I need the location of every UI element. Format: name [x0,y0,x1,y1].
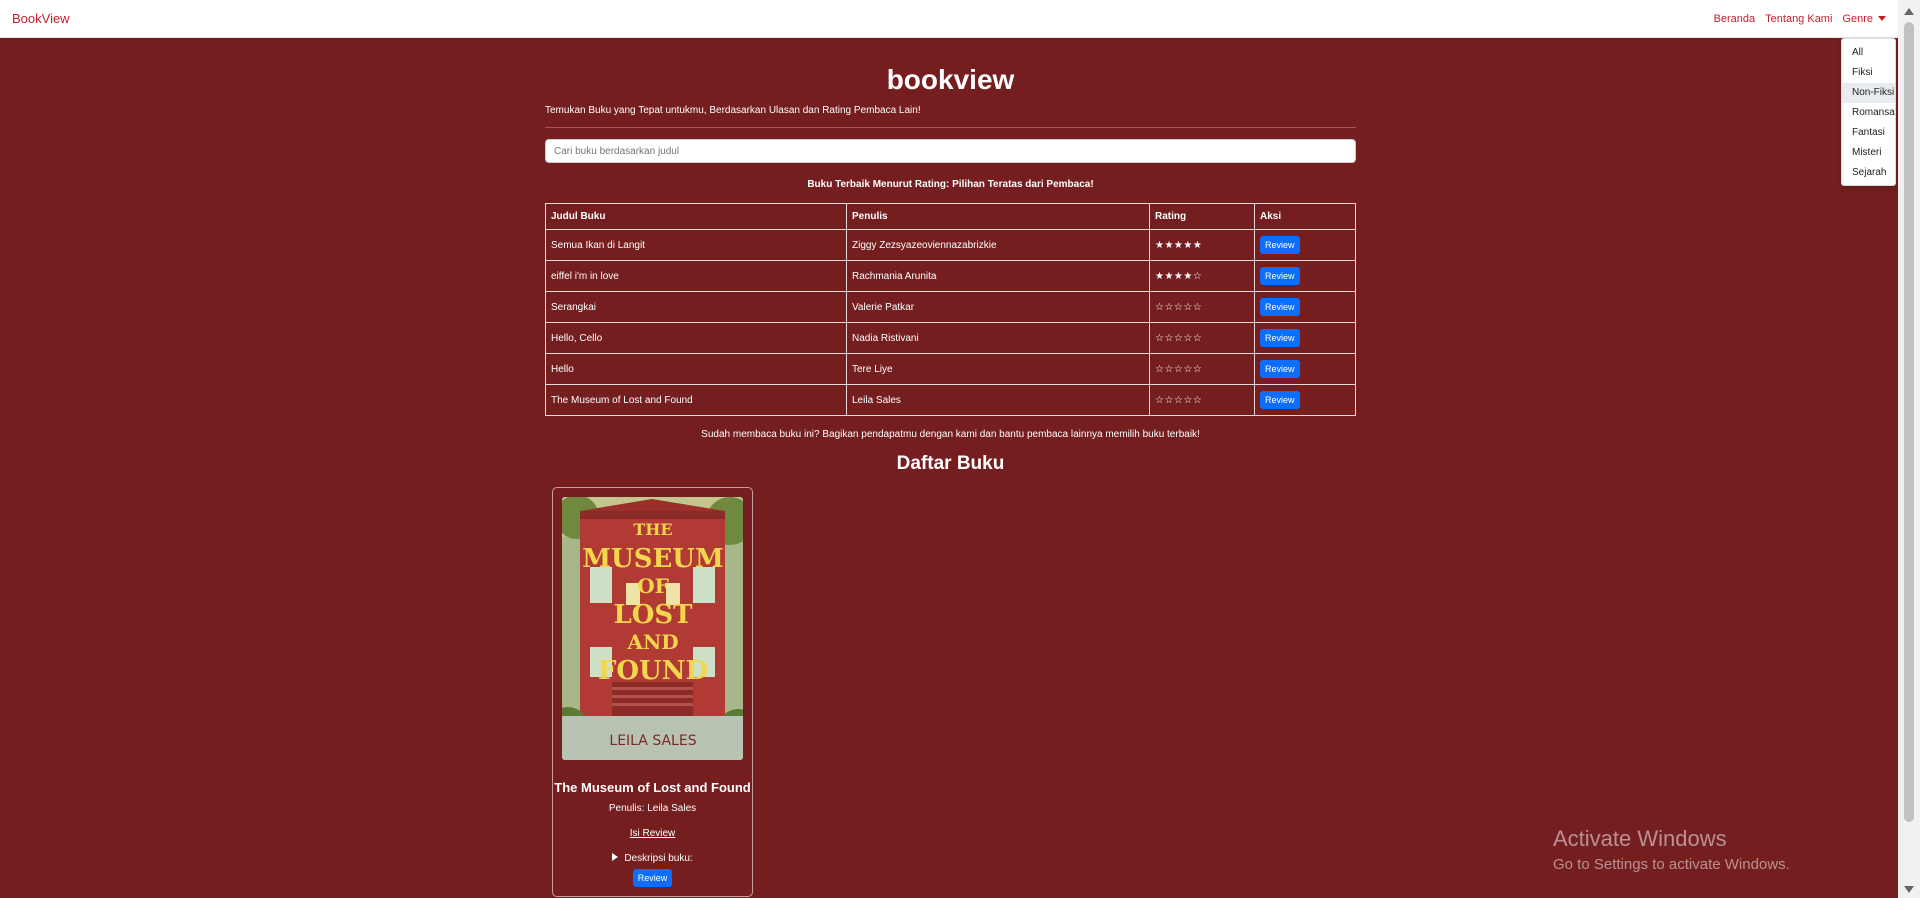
header-judul: Judul Buku [545,203,847,230]
description-toggle[interactable]: Deskripsi buku: [553,853,752,864]
table-row: Serangkai Valerie Patkar ☆☆☆☆☆ Review [545,291,1356,323]
review-button[interactable]: Review [1260,298,1300,316]
navbar: BookView Beranda Tentang Kami Genre [0,0,1898,38]
cell-author: Tere Liye [846,353,1150,385]
watermark-line2: Go to Settings to activate Windows. [1553,856,1790,873]
ranking-table: Judul Buku Penulis Rating Aksi Semua Ika… [545,203,1356,416]
table-row: eiffel i'm in love Rachmania Arunita ★★★… [545,260,1356,292]
cell-author: Rachmania Arunita [846,260,1150,292]
scroll-up-arrow-icon[interactable] [1904,8,1914,15]
genre-item-fantasi[interactable]: Fantasi [1842,123,1895,143]
header-aksi: Aksi [1254,203,1356,230]
cell-title: The Museum of Lost and Found [545,384,847,416]
cell-action: Review [1254,353,1356,385]
table-header-row: Judul Buku Penulis Rating Aksi [545,203,1356,230]
cell-rating: ☆☆☆☆☆ [1149,322,1255,354]
cover-title-line: FOUND [598,656,708,686]
scrollbar-thumb[interactable] [1904,22,1914,822]
description-label: Deskripsi buku: [624,853,693,864]
page-subtitle: Temukan Buku yang Tepat untukmu, Berdasa… [545,105,921,116]
nav-links: Beranda Tentang Kami Genre [1714,13,1886,25]
review-button[interactable]: Review [1260,391,1300,409]
page-title: bookview [886,64,1015,95]
cover-title-line: LOST [613,600,693,630]
isi-review-link[interactable]: Isi Review [553,828,752,839]
cover-title-line: OF [637,574,669,598]
cell-author: Ziggy Zezsyazeoviennazabrizkie [846,229,1150,261]
cell-title: Semua Ikan di Langit [545,229,847,261]
cell-action: Review [1254,229,1356,261]
cell-rating: ☆☆☆☆☆ [1149,291,1255,323]
review-cta-text: Sudah membaca buku ini? Bagikan pendapat… [701,429,1200,440]
book-card: THE MUSEUM OF LOST AND FOUND LEILA SALES… [552,487,753,897]
cell-author: Leila Sales [846,384,1150,416]
nav-genre-label: Genre [1842,12,1873,25]
cell-action: Review [1254,322,1356,354]
header-rating: Rating [1149,203,1255,230]
cell-author: Valerie Patkar [846,291,1150,323]
nav-genre-toggle[interactable]: Genre [1842,13,1886,25]
cover-title-line: THE [633,520,672,539]
table-row: Semua Ikan di Langit Ziggy Zezsyazeovien… [545,229,1356,261]
cell-rating: ☆☆☆☆☆ [1149,384,1255,416]
cover-title-line: MUSEUM [582,544,724,574]
genre-dropdown-menu: All Fiksi Non-Fiksi Romansa Fantasi Mist… [1841,38,1896,186]
nav-tentang-kami[interactable]: Tentang Kami [1765,13,1832,25]
cell-title: Serangkai [545,291,847,323]
cell-rating: ☆☆☆☆☆ [1149,353,1255,385]
genre-item-all[interactable]: All [1842,43,1895,63]
cell-title: Hello, Cello [545,322,847,354]
table-row: The Museum of Lost and Found Leila Sales… [545,384,1356,416]
book-card-author: Penulis: Leila Sales [608,803,697,814]
cell-action: Review [1254,260,1356,292]
windows-activation-watermark: Activate Windows Go to Settings to activ… [1553,826,1790,873]
search-input[interactable] [545,139,1356,163]
genre-item-romansa[interactable]: Romansa [1842,103,1895,123]
book-list-heading: Daftar Buku [896,453,1005,474]
cell-title: Hello [545,353,847,385]
cover-title-line: AND [626,630,678,654]
ranking-caption: Buku Terbaik Menurut Rating: Pilihan Ter… [807,179,1094,190]
nav-beranda[interactable]: Beranda [1714,13,1756,25]
table-row: Hello Tere Liye ☆☆☆☆☆ Review [545,353,1356,385]
book-card-title: The Museum of Lost and Found [554,780,751,795]
cover-author-text: LEILA SALES [609,733,696,749]
cell-author: Nadia Ristivani [846,322,1150,354]
cell-rating: ★★★★☆ [1149,260,1255,292]
table-row: Hello, Cello Nadia Ristivani ☆☆☆☆☆ Revie… [545,322,1356,354]
caret-down-icon [1878,16,1886,22]
review-button[interactable]: Review [1260,360,1300,378]
watermark-line1: Activate Windows [1553,826,1727,851]
card-review-button[interactable]: Review [632,869,673,887]
card-button-wrap: Review [553,868,752,887]
cell-rating: ★★★★★ [1149,229,1255,261]
page-scrollbar[interactable] [1898,0,1920,898]
brand-link[interactable]: BookView [12,11,70,26]
triangle-right-icon [612,853,619,861]
header-penulis: Penulis [846,203,1150,230]
review-button[interactable]: Review [1260,329,1300,347]
genre-item-misteri[interactable]: Misteri [1842,143,1895,163]
review-button[interactable]: Review [1260,236,1300,254]
genre-item-fiksi[interactable]: Fiksi [1842,63,1895,83]
cell-action: Review [1254,291,1356,323]
scroll-down-arrow-icon[interactable] [1904,886,1914,893]
cell-title: eiffel i'm in love [545,260,847,292]
cell-action: Review [1254,384,1356,416]
genre-item-non-fiksi[interactable]: Non-Fiksi [1842,83,1895,103]
review-button[interactable]: Review [1260,267,1300,285]
divider [545,127,1356,128]
genre-item-sejarah[interactable]: Sejarah [1842,163,1895,183]
book-cover-image: THE MUSEUM OF LOST AND FOUND LEILA SALES [562,497,743,760]
